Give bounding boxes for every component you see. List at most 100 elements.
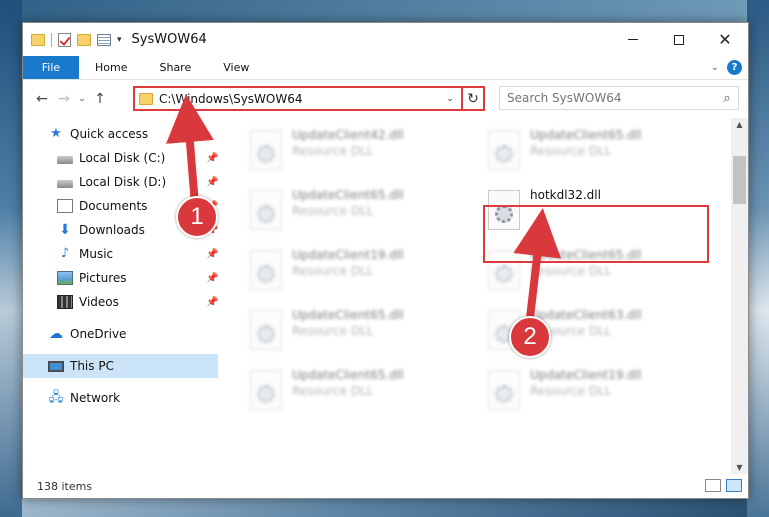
- navigation-pane: ★ Quick access Local Disk (C:) 📌 Local D…: [23, 118, 218, 474]
- file-item[interactable]: UpdateClient65.dll Resource DLL: [244, 364, 454, 416]
- pin-icon[interactable]: 📌: [206, 273, 218, 284]
- window-title: SysWOW64: [131, 32, 207, 47]
- properties-check-icon[interactable]: [58, 32, 71, 47]
- network-icon: 🖧: [48, 390, 64, 405]
- pin-icon[interactable]: 📌: [206, 177, 218, 188]
- target-file-highlight: [483, 205, 709, 263]
- sidebar-item-quick-access[interactable]: ★ Quick access: [23, 122, 218, 146]
- tab-view[interactable]: View: [207, 56, 265, 79]
- up-arrow-icon[interactable]: ↑: [89, 91, 111, 107]
- sidebar-item-label: This PC: [70, 359, 114, 373]
- file-name: UpdateClient65.dll: [292, 368, 404, 382]
- step-1-badge: 1: [176, 196, 218, 238]
- ribbon-right-controls: ⌄ ?: [711, 60, 742, 75]
- pin-icon[interactable]: 📌: [206, 249, 218, 260]
- dll-file-icon: [250, 250, 282, 290]
- refresh-icon: ↻: [467, 90, 479, 107]
- sidebar-item-local-disk-c[interactable]: Local Disk (C:) 📌: [23, 146, 218, 170]
- dll-file-icon: [250, 310, 282, 350]
- search-box[interactable]: ⌕: [499, 86, 739, 110]
- sidebar-item-label: Quick access: [70, 127, 149, 141]
- file-type: Resource DLL: [292, 264, 374, 278]
- desktop-background-left: [0, 0, 22, 517]
- file-name: UpdateClient42.dll: [292, 128, 404, 142]
- forward-arrow-icon[interactable]: →: [53, 91, 75, 107]
- sidebar-item-label: Local Disk (C:): [79, 151, 166, 165]
- view-toggles: [705, 479, 742, 492]
- address-dropdown-icon[interactable]: ⌄: [441, 94, 459, 104]
- address-path[interactable]: C:\Windows\SysWOW64: [159, 92, 441, 106]
- sidebar-item-label: Music: [79, 247, 114, 261]
- pin-icon[interactable]: 📌: [206, 153, 218, 164]
- documents-icon: [57, 199, 73, 213]
- sidebar-item-label: OneDrive: [70, 327, 127, 341]
- file-name: UpdateClient19.dll: [292, 248, 404, 262]
- music-icon: ♪: [60, 246, 70, 261]
- sidebar-item-label: Documents: [79, 199, 148, 213]
- file-name: UpdateClient65.dll: [292, 188, 404, 202]
- file-type: Resource DLL: [530, 384, 612, 398]
- file-item[interactable]: UpdateClient65.dll Resource DLL: [244, 304, 454, 356]
- maximize-icon: [674, 34, 684, 45]
- scroll-up-icon[interactable]: ▲: [731, 120, 748, 129]
- close-button[interactable]: ✕: [702, 23, 748, 56]
- expand-ribbon-chevron-icon[interactable]: ⌄: [711, 62, 719, 73]
- download-icon: ⬇: [59, 222, 71, 238]
- toolbar-separator: [51, 32, 52, 47]
- file-name: UpdateClient65.dll: [292, 308, 404, 322]
- maximize-button[interactable]: [656, 23, 702, 56]
- window-controls: ✕: [610, 23, 748, 56]
- drive-icon: [57, 179, 73, 188]
- file-item[interactable]: UpdateClient65.dll Resource DLL: [244, 184, 454, 236]
- file-type: Resource DLL: [292, 144, 374, 158]
- new-folder-icon[interactable]: [77, 33, 91, 46]
- tab-home[interactable]: Home: [79, 56, 143, 79]
- properties-icon[interactable]: [97, 33, 111, 46]
- scrollbar-thumb[interactable]: [733, 156, 746, 204]
- dll-file-icon: [250, 370, 282, 410]
- sidebar-item-music[interactable]: ♪ Music 📌: [23, 242, 219, 266]
- sidebar-item-label: Network: [70, 391, 121, 405]
- search-input[interactable]: [507, 91, 716, 105]
- pin-icon[interactable]: 📌: [206, 297, 218, 308]
- cloud-icon: ☁: [49, 326, 63, 342]
- details-view-icon[interactable]: [705, 479, 721, 492]
- back-arrow-icon[interactable]: ←: [31, 91, 53, 107]
- item-count: 138 items: [37, 479, 93, 493]
- main-area: ★ Quick access Local Disk (C:) 📌 Local D…: [23, 118, 748, 474]
- videos-icon: [57, 295, 73, 309]
- dll-file-icon: [488, 370, 520, 410]
- quick-access-toolbar: ▾: [23, 32, 122, 47]
- sidebar-item-local-disk-d[interactable]: Local Disk (D:) 📌: [23, 170, 218, 194]
- help-icon[interactable]: ?: [727, 60, 742, 75]
- tab-share[interactable]: Share: [143, 56, 207, 79]
- minimize-button[interactable]: [610, 23, 656, 56]
- folder-icon: [31, 33, 45, 46]
- search-icon[interactable]: ⌕: [716, 91, 738, 106]
- file-item[interactable]: UpdateClient65.dll Resource DLL: [482, 124, 692, 176]
- sidebar-item-this-pc[interactable]: This PC: [23, 354, 218, 378]
- sidebar-item-label: Videos: [79, 295, 119, 309]
- drive-icon: [57, 155, 73, 164]
- computer-icon: [48, 360, 64, 372]
- sidebar-item-pictures[interactable]: Pictures 📌: [23, 266, 218, 290]
- file-type: Resource DLL: [530, 144, 612, 158]
- scroll-down-icon[interactable]: ▼: [731, 463, 748, 472]
- sidebar-item-label: Local Disk (D:): [79, 175, 167, 189]
- file-item[interactable]: UpdateClient42.dll Resource DLL: [244, 124, 454, 176]
- sidebar-item-onedrive[interactable]: ☁ OneDrive: [23, 322, 218, 346]
- address-bar[interactable]: C:\Windows\SysWOW64 ⌄: [133, 86, 485, 111]
- tab-file[interactable]: File: [23, 56, 79, 79]
- file-item[interactable]: UpdateClient19.dll Resource DLL: [244, 244, 454, 296]
- sidebar-item-network[interactable]: 🖧 Network: [23, 386, 218, 410]
- file-item[interactable]: UpdateClient19.dll Resource DLL: [482, 364, 692, 416]
- vertical-scrollbar[interactable]: ▲ ▼: [731, 118, 748, 474]
- sidebar-item-videos[interactable]: Videos 📌: [23, 290, 218, 314]
- title-bar: ▾ SysWOW64 ✕: [23, 23, 748, 56]
- recent-locations-chevron-icon[interactable]: ⌄: [75, 94, 89, 104]
- desktop-background-right: [747, 0, 769, 517]
- customize-dropdown-icon[interactable]: ▾: [117, 35, 122, 45]
- refresh-button[interactable]: ↻: [461, 86, 485, 111]
- navigation-bar: ← → ⌄ ↑ C:\Windows\SysWOW64 ⌄ ↻ ⌕: [23, 80, 748, 118]
- large-icons-view-icon[interactable]: [726, 479, 742, 492]
